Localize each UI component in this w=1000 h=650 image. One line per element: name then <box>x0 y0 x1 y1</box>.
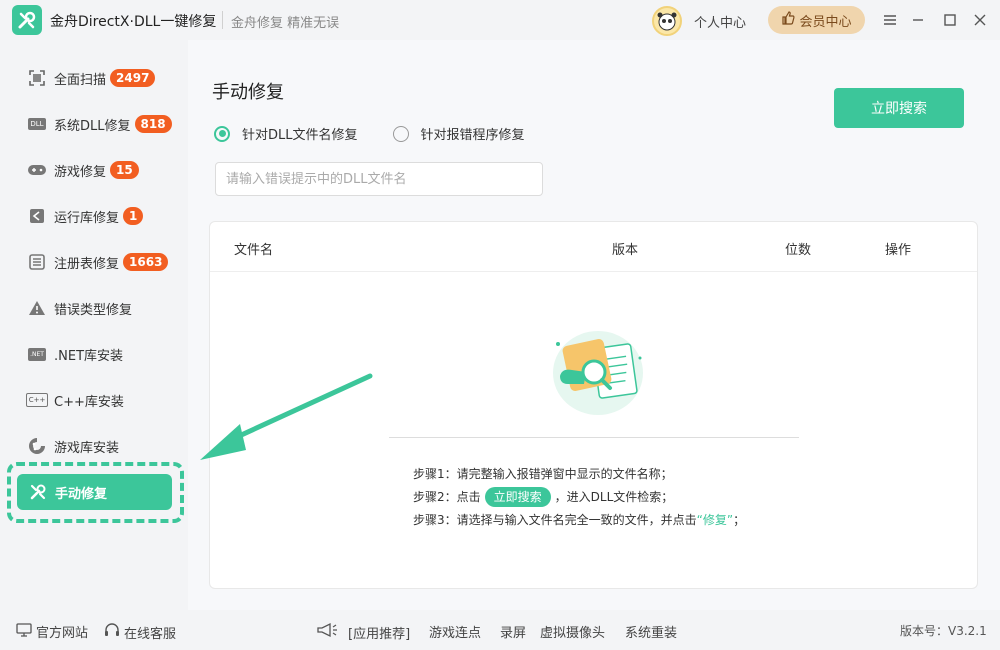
sidebar-item-label: 注册表修复 <box>54 256 120 272</box>
instruction-steps: 步骤1：请完整输入报错弹窗中显示的文件名称； 步骤2：点击 立即搜索 ，进入DLL文… <box>413 463 745 532</box>
count-badge: 818 <box>134 115 172 133</box>
step-3: 步骤3：请选择与输入文件名完全一致的文件，并点击“修复”； <box>413 509 745 532</box>
step-3-text: 步骤3：请选择与输入文件名完全一致的文件，并点击 <box>413 513 697 527</box>
step-2-text-end: ，进入DLL文件检索； <box>554 490 674 504</box>
panda-avatar-icon[interactable] <box>652 6 682 36</box>
radio-dll-filename-label[interactable]: 针对DLL文件名修复 <box>242 124 358 143</box>
headset-icon <box>104 622 120 642</box>
sidebar-item-label: 全面扫描 <box>54 72 107 88</box>
count-badge: 15 <box>110 161 139 179</box>
title-separator <box>222 11 223 29</box>
monitor-icon <box>16 622 32 641</box>
sidebar-item-game-repair[interactable]: 游戏修复 15 <box>16 152 176 188</box>
count-badge: 1663 <box>123 253 169 271</box>
sidebar-item-label: 系统DLL修复 <box>54 118 131 134</box>
maximize-icon[interactable] <box>940 10 960 30</box>
minimize-icon[interactable] <box>908 10 928 30</box>
sidebar-item-runtime-repair[interactable]: 运行库修复 1 <box>16 198 176 234</box>
menu-icon[interactable] <box>880 10 900 30</box>
dotnet-icon: .NET <box>26 343 48 365</box>
step-3-text-end: ； <box>733 513 746 527</box>
sidebar-item-dotnet-install[interactable]: .NET .NET库安装 <box>16 336 176 372</box>
step-3-repair-highlight: “修复” <box>696 513 734 527</box>
sidebar: 全面扫描 2497 DLL 系统DLL修复 818 游戏修复 15 运行库修复 … <box>0 40 188 610</box>
sidebar-item-manual-repair[interactable]: 手动修复 <box>17 474 172 510</box>
user-center-link[interactable]: 个人中心 <box>694 12 746 31</box>
sidebar-item-label: 手动修复 <box>55 486 108 502</box>
dll-icon: DLL <box>26 113 48 135</box>
official-website-link[interactable]: 官方网站 <box>16 622 88 641</box>
sidebar-item-game-lib-install[interactable]: 游戏库安装 <box>16 428 176 464</box>
title-bar: 金舟DirectX·DLL一键修复 金舟修复 精准无误 个人中心 会员中心 <box>0 0 1000 40</box>
column-header-action: 操作 <box>885 243 912 258</box>
search-now-button[interactable]: 立即搜索 <box>834 88 964 128</box>
version-label: 版本号：V3.2.1 <box>900 624 987 638</box>
app-link-virtual-camera[interactable]: 虚拟摄像头 <box>540 622 605 641</box>
column-header-bits: 位数 <box>785 243 812 258</box>
sidebar-item-label: 错误类型修复 <box>54 302 133 318</box>
step-1: 步骤1：请完整输入报错弹窗中显示的文件名称； <box>413 467 673 481</box>
sidebar-item-label: 运行库修复 <box>54 210 120 226</box>
app-title: 金舟DirectX·DLL一键修复 <box>50 14 217 30</box>
app-recommend: [应用推荐] <box>316 622 410 642</box>
sidebar-item-error-type[interactable]: 错误类型修复 <box>16 290 176 326</box>
step-search-now-button[interactable]: 立即搜索 <box>484 487 551 507</box>
app-slogan: 金舟修复 精准无误 <box>231 16 340 31</box>
sidebar-item-label: .NET库安装 <box>54 348 124 364</box>
sidebar-item-label: 游戏修复 <box>54 164 107 180</box>
radio-error-program[interactable] <box>392 125 409 142</box>
table-header: 文件名 版本 位数 操作 <box>210 222 977 272</box>
cpp-icon-text: C++ <box>25 393 49 407</box>
scan-icon <box>26 67 48 89</box>
annotation-arrow <box>200 373 373 460</box>
sidebar-item-label: C++库安装 <box>54 394 124 410</box>
manual-repair-icon <box>27 481 49 503</box>
dll-filename-search-input[interactable] <box>215 162 543 196</box>
dotnet-icon-text: .NET <box>28 347 46 361</box>
divider <box>389 437 799 438</box>
close-icon[interactable] <box>970 10 990 30</box>
dll-icon-text: DLL <box>28 118 46 130</box>
vip-label: 会员中心 <box>799 14 852 30</box>
footer-bar: 官方网站 在线客服 [应用推荐] 游戏连点 录屏 虚拟摄像头 系统重装 版本号：… <box>0 610 1000 650</box>
warning-icon <box>26 297 48 319</box>
sidebar-item-registry-repair[interactable]: 注册表修复 1663 <box>16 244 176 280</box>
official-website-label: 官方网站 <box>36 626 89 641</box>
count-badge: 2497 <box>110 69 156 87</box>
app-link-screen-record[interactable]: 录屏 <box>500 622 526 641</box>
sidebar-item-system-dll[interactable]: DLL 系统DLL修复 818 <box>16 106 176 142</box>
column-header-version: 版本 <box>612 243 639 258</box>
empty-search-illustration <box>548 328 648 418</box>
online-service-link[interactable]: 在线客服 <box>104 622 176 642</box>
online-service-label: 在线客服 <box>124 626 177 642</box>
app-link-game-clicker[interactable]: 游戏连点 <box>429 622 481 641</box>
main-panel: 手动修复 针对DLL文件名修复 针对报错程序修复 立即搜索 文件名 版本 位数 … <box>188 40 1000 610</box>
game-lib-icon <box>26 435 48 457</box>
count-badge: 1 <box>123 207 144 225</box>
page-title: 手动修复 <box>212 82 284 103</box>
sidebar-item-label: 游戏库安装 <box>54 440 120 456</box>
thumb-up-icon <box>781 11 795 29</box>
gamepad-icon <box>26 159 48 181</box>
step-2: 步骤2：点击 立即搜索 ，进入DLL文件检索； <box>413 486 745 509</box>
sidebar-item-cpp-install[interactable]: C++ C++库安装 <box>16 382 176 418</box>
wrench-logo-icon <box>12 5 42 35</box>
app-link-system-reinstall[interactable]: 系统重装 <box>625 622 677 641</box>
registry-icon <box>26 251 48 273</box>
runtime-icon <box>26 205 48 227</box>
step-2-text: 步骤2：点击 <box>413 490 481 504</box>
column-header-filename: 文件名 <box>234 243 274 258</box>
radio-error-program-label[interactable]: 针对报错程序修复 <box>421 124 525 143</box>
vip-center-button[interactable]: 会员中心 <box>768 6 865 34</box>
radio-dll-filename[interactable] <box>214 125 230 142</box>
megaphone-icon <box>316 622 338 642</box>
app-recommend-label: [应用推荐] <box>348 626 411 642</box>
cpp-icon: C++ <box>25 389 49 411</box>
radio-group: 针对DLL文件名修复 针对报错程序修复 <box>214 124 525 143</box>
sidebar-item-full-scan[interactable]: 全面扫描 2497 <box>16 60 176 96</box>
